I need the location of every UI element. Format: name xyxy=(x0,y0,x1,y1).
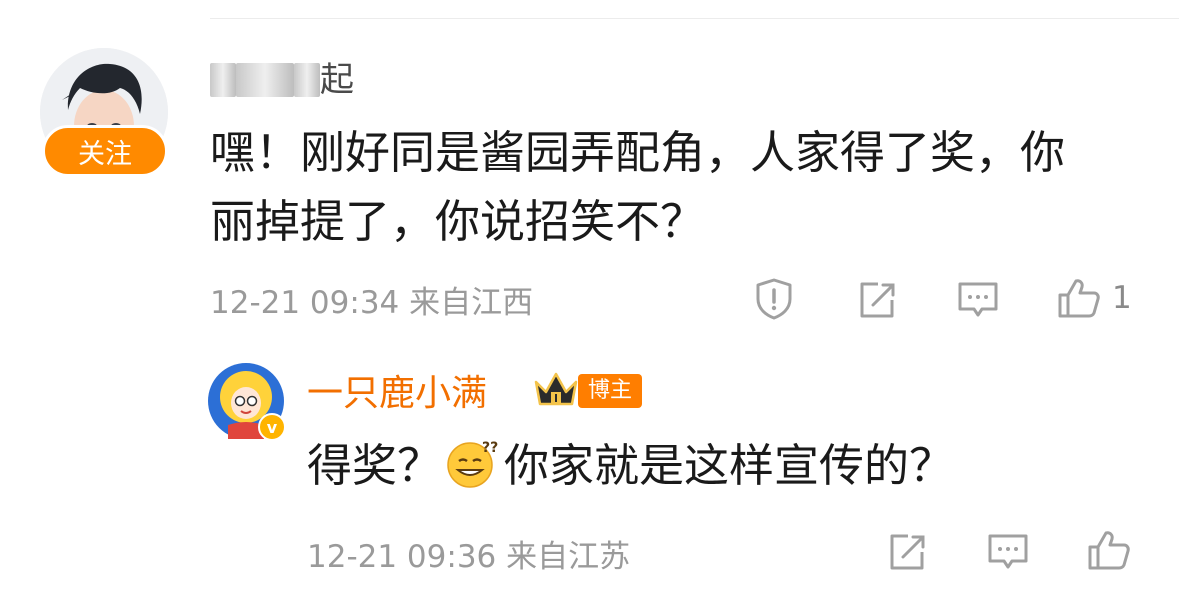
verified-badge: v xyxy=(258,413,286,441)
like-count: 1 xyxy=(1112,280,1132,316)
crown-icon xyxy=(534,372,578,406)
commenter-username[interactable]: 起 xyxy=(210,52,354,101)
svg-text:??: ?? xyxy=(482,440,498,456)
blurred-name-part xyxy=(210,63,236,97)
reply-comment-button[interactable] xyxy=(986,531,1030,573)
confused-smile-emoji-icon: ?? xyxy=(444,437,502,504)
follow-button[interactable]: 关注 xyxy=(42,125,168,177)
username-visible-text: 起 xyxy=(320,60,354,100)
like-icon xyxy=(1088,531,1130,570)
blurred-name-part xyxy=(294,63,320,97)
share-icon xyxy=(890,534,925,570)
report-button[interactable] xyxy=(752,277,796,321)
comment-button[interactable] xyxy=(956,279,1000,321)
top-divider xyxy=(210,18,1179,19)
blogger-username[interactable]: 一只鹿小满 xyxy=(307,364,487,416)
reply-text: 得奖？?? 你家就是这样宣传的？ xyxy=(307,436,954,504)
comment-icon xyxy=(958,282,998,317)
blurred-name-part xyxy=(236,63,294,97)
comment-text: 嘿！刚好同是酱园弄配角，人家得了奖，你丽掉提了，你说招笑不？ xyxy=(210,126,1066,248)
like-button[interactable]: 1 xyxy=(1056,276,1132,320)
comment-meta: 12-21 09:34 来自江西 xyxy=(210,285,534,321)
reply-share-button[interactable] xyxy=(886,531,928,573)
reply-like-button[interactable] xyxy=(1086,528,1132,572)
share-icon xyxy=(860,282,895,318)
like-icon xyxy=(1058,279,1100,318)
report-icon xyxy=(756,278,792,320)
comment-icon xyxy=(988,534,1028,569)
blogger-badge: 博主 xyxy=(578,374,643,408)
share-button[interactable] xyxy=(856,279,898,321)
reply-meta: 12-21 09:36 来自江苏 xyxy=(307,539,631,575)
reply-text-part: 你家就是这样宣传的？ xyxy=(504,439,955,492)
reply-text-part: 得奖？ xyxy=(307,439,443,492)
